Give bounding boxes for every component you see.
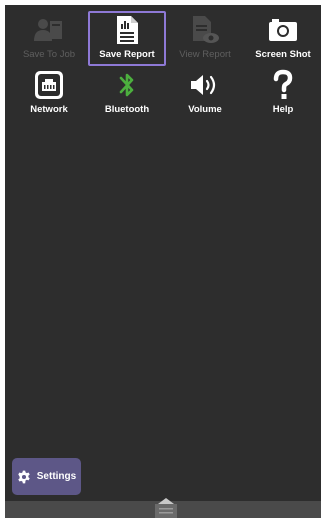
drawer-handle[interactable] [153,496,179,518]
volume-label: Volume [188,104,222,115]
bluetooth-icon [107,70,147,100]
bluetooth-button[interactable]: Bluetooth [88,66,166,121]
volume-button[interactable]: Volume [166,66,244,121]
help-button[interactable]: Help [244,66,322,121]
network-button[interactable]: Network [10,66,88,121]
camera-icon [263,15,303,45]
gear-icon [17,470,31,484]
ethernet-port-icon [29,70,69,100]
view-report-button[interactable]: View Report [166,11,244,66]
settings-button[interactable]: Settings [12,458,81,495]
network-label: Network [30,104,68,115]
help-label: Help [272,104,294,115]
screen-shot-button[interactable]: Screen Shot [244,11,322,66]
drawer-handle-icon [155,498,177,518]
speaker-icon [185,70,225,100]
view-report-label: View Report [179,49,231,60]
save-to-job-button[interactable]: Save To Job [10,11,88,66]
quick-actions-grid: Save To Job Save Report View Report Scre… [10,11,320,121]
question-mark-icon [263,69,303,100]
screen-shot-label: Screen Shot [255,49,311,60]
view-report-icon [185,15,225,45]
save-to-job-label: Save To Job [22,49,76,60]
report-document-icon [107,15,147,45]
bluetooth-label: Bluetooth [104,104,150,115]
screen: Save To Job Save Report View Report Scre… [5,5,321,518]
settings-label: Settings [36,471,77,482]
save-to-job-icon [29,15,69,45]
save-report-label: Save Report [99,49,155,60]
save-report-button[interactable]: Save Report [88,11,166,66]
